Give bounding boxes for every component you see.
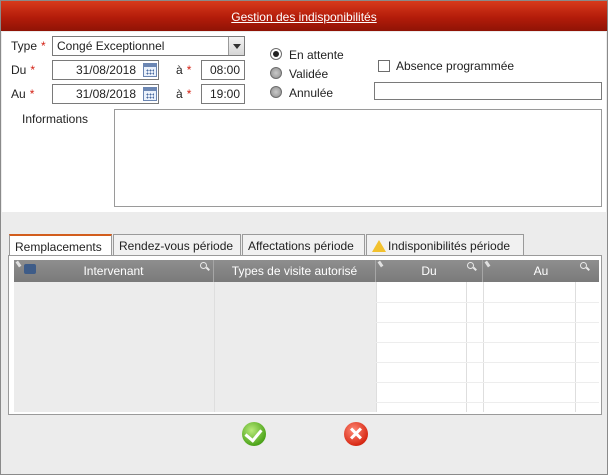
warning-icon (372, 240, 386, 252)
tab-label: Indisponibilités période (388, 239, 511, 253)
tab-remplacements[interactable]: Remplacements (9, 234, 112, 257)
tab-rendez-vous-periode[interactable]: Rendez-vous période (113, 234, 241, 256)
grid-row-line (376, 302, 599, 303)
column-header-intervenant[interactable]: Intervenant (14, 260, 214, 282)
tab-label: Remplacements (15, 240, 102, 254)
column-label: Types de visite autorisé (231, 264, 358, 278)
tab-affectations-periode[interactable]: Affectations période (242, 234, 365, 256)
tab-label: Rendez-vous période (119, 239, 234, 253)
cancel-icon[interactable] (344, 422, 368, 446)
au-time-value: 19:00 (209, 87, 240, 101)
calendar-icon[interactable] (143, 63, 157, 77)
informations-label: Informations (22, 112, 89, 126)
status-radio-en-attente[interactable] (270, 48, 282, 60)
du-time-field[interactable]: 08:00 (201, 60, 245, 80)
du-time-label: à * (176, 63, 192, 77)
replacements-grid: Intervenant Types de visite autorisé Du … (8, 255, 602, 415)
du-label: Du * (11, 63, 36, 77)
au-date-field[interactable]: 31/08/2018 (52, 84, 159, 104)
status-label-validee: Validée (289, 67, 329, 81)
grid-row-line (376, 382, 599, 383)
column-header-au[interactable]: Au (483, 260, 599, 282)
absence-label: Absence programmée (396, 59, 515, 73)
type-select[interactable]: Congé Exceptionnel (52, 36, 245, 56)
grid-column-types (215, 282, 376, 412)
type-label: Type * (11, 39, 46, 53)
pin-icon (484, 260, 491, 268)
du-time-value: 08:00 (209, 63, 240, 77)
grid-header: Intervenant Types de visite autorisé Du … (14, 260, 599, 282)
status-radio-validee[interactable] (270, 67, 282, 79)
type-select-value: Congé Exceptionnel (57, 39, 165, 53)
status-label-annulee: Annulée (289, 86, 334, 100)
pin-icon (377, 260, 384, 268)
absence-text-field[interactable] (374, 82, 602, 100)
column-header-types-de-visite[interactable]: Types de visite autorisé (214, 260, 376, 282)
search-icon[interactable] (580, 262, 587, 269)
grid-column-intervenant (14, 282, 214, 412)
au-label: Au * (11, 87, 35, 101)
au-date-value: 31/08/2018 (75, 87, 136, 101)
tab-label: Affectations période (248, 239, 354, 253)
calendar-icon[interactable] (143, 87, 157, 101)
du-date-field[interactable]: 31/08/2018 (52, 60, 159, 80)
absence-checkbox[interactable] (378, 60, 390, 72)
du-date-value: 31/08/2018 (75, 63, 136, 77)
au-time-field[interactable]: 19:00 (201, 84, 245, 104)
column-header-du[interactable]: Du (376, 260, 483, 282)
dialog-title: Gestion des indisponibilités (231, 10, 377, 24)
binoculars-icon[interactable] (24, 264, 36, 274)
status-label-en-attente: En attente (289, 48, 344, 62)
column-label: Intervenant (83, 264, 144, 278)
column-label: Au (533, 264, 549, 278)
search-icon[interactable] (467, 262, 474, 269)
search-icon[interactable] (200, 262, 207, 269)
grid-row-line (376, 402, 599, 403)
dialog-window: Gestion des indisponibilités Type * Congé… (0, 0, 608, 475)
column-label: Du (421, 264, 437, 278)
chevron-down-icon[interactable] (228, 37, 244, 55)
status-radio-annulee[interactable] (270, 86, 282, 98)
grid-row-line (376, 322, 599, 323)
grid-divider (214, 282, 215, 412)
grid-row-line (376, 362, 599, 363)
informations-textarea[interactable] (114, 109, 602, 207)
confirm-icon[interactable] (242, 422, 266, 446)
title-bar: Gestion des indisponibilités (1, 1, 607, 31)
grid-row-line (376, 342, 599, 343)
form-area: Type * Congé Exceptionnel Du * 31/08/2018 … (2, 32, 606, 212)
tab-indisponibilites-periode[interactable]: Indisponibilités période (366, 234, 524, 256)
grid-body (14, 282, 599, 412)
pin-icon (15, 260, 22, 268)
au-time-label: à * (176, 87, 192, 101)
